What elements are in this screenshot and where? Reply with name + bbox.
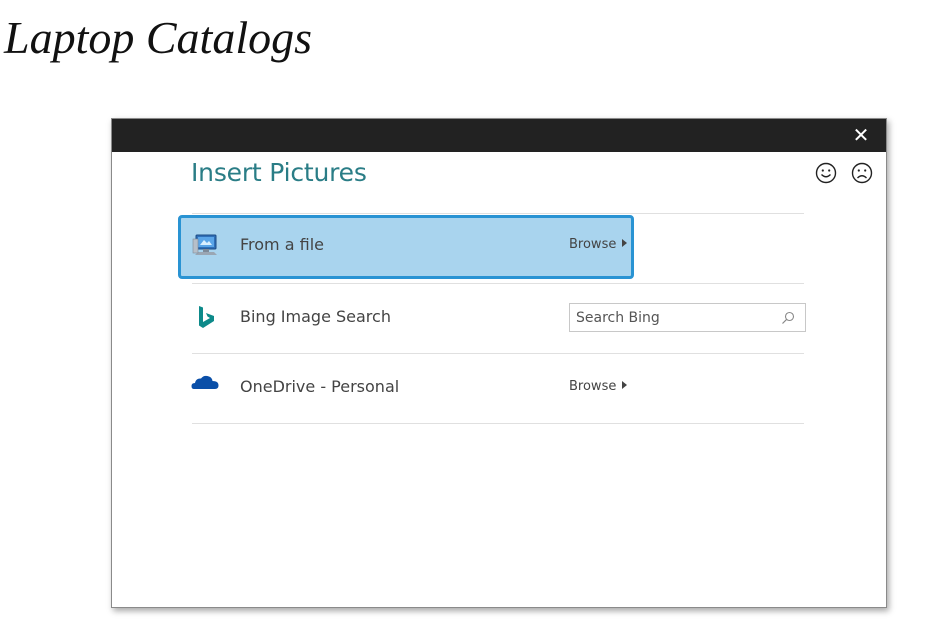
row-divider [192, 353, 804, 354]
browse-label: Browse [569, 237, 617, 252]
bing-search-box [569, 303, 806, 332]
slide-heading: Laptop Catalogs [4, 12, 313, 63]
onedrive-cloud-icon [191, 375, 219, 389]
row-divider [192, 213, 804, 214]
source-from-a-file[interactable]: From a file Browse [178, 215, 634, 279]
computer-icon [192, 234, 217, 255]
source-label: Bing Image Search [240, 307, 391, 326]
bing-search-input[interactable] [576, 308, 776, 328]
close-button[interactable]: ✕ [850, 124, 872, 146]
dialog-title: Insert Pictures [191, 158, 367, 187]
caret-right-icon [622, 239, 628, 247]
bing-icon [199, 306, 214, 328]
caret-right-icon [622, 381, 628, 389]
search-icon[interactable] [781, 311, 795, 325]
row-divider [192, 423, 804, 424]
browse-button[interactable]: Browse [569, 379, 628, 394]
source-onedrive-personal[interactable]: OneDrive - Personal Browse [178, 357, 634, 419]
dialog-titlebar: ✕ [112, 119, 886, 152]
insert-pictures-dialog: ✕ Insert Pictures From a file Browse Bin… [111, 118, 887, 608]
browse-button[interactable]: Browse [569, 237, 628, 252]
row-divider [192, 283, 804, 284]
source-label: From a file [240, 235, 324, 254]
slide-page: Laptop Catalogs ✕ Insert Pictures From a… [0, 0, 950, 626]
browse-label: Browse [569, 379, 617, 394]
frowning-face-icon[interactable] [850, 161, 874, 185]
smiley-face-icon[interactable] [814, 161, 838, 185]
source-label: OneDrive - Personal [240, 377, 400, 396]
